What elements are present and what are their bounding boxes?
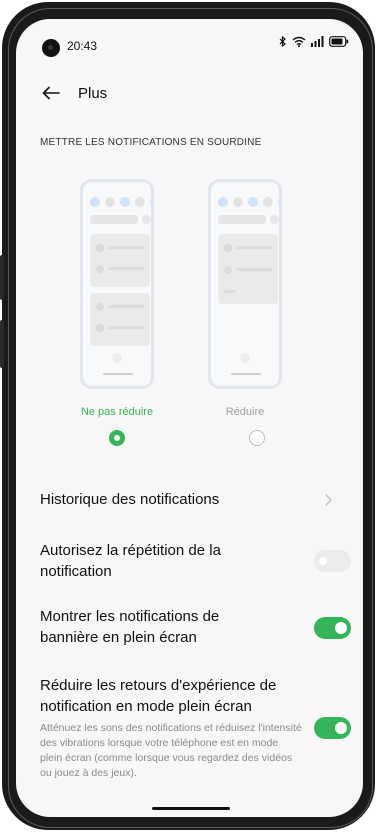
toggle-repeat-notification[interactable]	[314, 550, 351, 572]
search-bar-placeholder	[90, 215, 138, 224]
row-title: Montrer les notifications de bannière en…	[40, 608, 220, 646]
notification-card	[90, 293, 150, 346]
illustration-reduce[interactable]	[208, 179, 282, 389]
row-notification-history[interactable]: Historique des notifications	[40, 489, 340, 511]
volume-down-button	[0, 320, 4, 368]
bar-dot	[142, 215, 151, 224]
toggle-reduce-feedback[interactable]	[314, 717, 351, 739]
mock-phone-no-reduce	[80, 179, 154, 389]
mock-phone-reduce	[208, 179, 282, 389]
home-bar	[231, 373, 261, 375]
row-repeat-notification[interactable]: Autorisez la répétition de la notificati…	[40, 540, 340, 582]
chevron-right-icon	[325, 494, 332, 506]
row-reduce-feedback[interactable]: Réduire les retours d'expérience de noti…	[40, 675, 340, 781]
status-icons	[279, 36, 349, 47]
back-arrow-icon	[42, 86, 60, 100]
volume-up-button	[0, 255, 4, 300]
gesture-bar[interactable]	[152, 807, 230, 810]
row-description: Atténuez les sons des notifications et r…	[40, 722, 302, 779]
radio-no-reduce[interactable]	[109, 430, 125, 446]
home-circle	[240, 353, 250, 363]
toggle-fullscreen-banner[interactable]	[314, 617, 351, 639]
screen: 20:43 Plus METTRE LES NOTIFICATIONS EN S…	[16, 19, 363, 817]
row-title: Réduire les retours d'expérience de noti…	[40, 677, 277, 715]
signal-icon	[311, 36, 324, 47]
option-label-reduce: Réduire	[225, 406, 265, 418]
top-nav: Plus	[40, 81, 340, 105]
bar-dot	[270, 215, 279, 224]
notification-card-collapsed	[218, 234, 278, 304]
battery-icon	[329, 36, 349, 47]
search-bar-placeholder	[218, 215, 266, 224]
app-dots	[218, 197, 279, 207]
app-dots	[90, 197, 151, 207]
home-circle	[112, 353, 122, 363]
page-title: Plus	[78, 84, 108, 102]
wifi-icon	[292, 36, 306, 47]
back-button[interactable]	[40, 82, 62, 104]
bluetooth-icon	[279, 36, 286, 47]
illustration-no-reduce[interactable]	[80, 179, 154, 389]
section-header: METTRE LES NOTIFICATIONS EN SOURDINE	[40, 137, 262, 148]
radio-reduce[interactable]	[249, 430, 265, 446]
row-title: Autorisez la répétition de la notificati…	[40, 542, 221, 580]
status-time: 20:43	[67, 39, 98, 53]
row-fullscreen-banner[interactable]: Montrer les notifications de bannière en…	[40, 606, 340, 648]
front-camera	[42, 39, 60, 57]
option-label-no-reduce: Ne pas réduire	[80, 406, 154, 418]
row-title: Historique des notifications	[40, 491, 220, 508]
home-bar	[103, 373, 133, 375]
notification-card	[90, 234, 150, 287]
